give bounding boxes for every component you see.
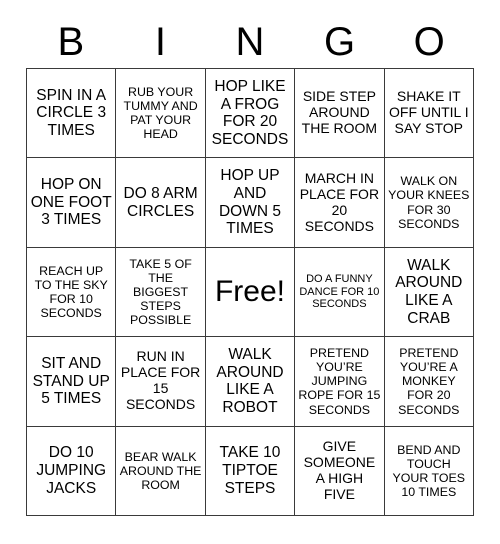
- bingo-cell[interactable]: TAKE 10 TIPTOE STEPS: [205, 426, 296, 516]
- bingo-cell[interactable]: WALK ON YOUR KNEES FOR 30 SECONDS: [384, 158, 474, 248]
- bingo-cell[interactable]: WALK AROUND LIKE A ROBOT: [205, 337, 296, 427]
- bingo-cell-label: DO A FUNNY DANCE FOR 10 SECONDS: [299, 273, 380, 311]
- bingo-cell[interactable]: SIDE STEP AROUND THE ROOM: [295, 69, 385, 159]
- bingo-cell[interactable]: SIT AND STAND UP 5 TIMES: [27, 337, 117, 427]
- bingo-cell[interactable]: SHAKE IT OFF UNTIL I SAY STOP: [384, 69, 474, 159]
- bingo-cell-label: PRETEND YOU’RE A MONKEY FOR 20 SECONDS: [398, 346, 460, 417]
- bingo-cell-label: SPIN IN A CIRCLE 3 TIMES: [36, 86, 107, 140]
- bingo-cell[interactable]: HOP LIKE A FROG FOR 20 SECONDS: [205, 69, 296, 159]
- bingo-cell-label: WALK AROUND LIKE A CRAB: [395, 256, 463, 327]
- bingo-header-letter-g: G: [324, 20, 356, 64]
- bingo-cell-label: HOP LIKE A FROG FOR 20 SECONDS: [211, 77, 289, 148]
- bingo-cell[interactable]: TAKE 5 OF THE BIGGEST STEPS POSSIBLE: [116, 247, 206, 338]
- bingo-cell[interactable]: HOP UP AND DOWN 5 TIMES: [205, 158, 296, 248]
- bingo-cell-label: HOP UP AND DOWN 5 TIMES: [218, 167, 281, 238]
- bingo-cell-label: GIVE SOMEONE A HIGH FIVE: [303, 437, 376, 502]
- bingo-header-letter-b: B: [57, 20, 85, 64]
- bingo-cell-label: RUN IN PLACE FOR 15 SECONDS: [120, 348, 201, 413]
- bingo-cell[interactable]: PRETEND YOU’RE JUMPING ROPE FOR 15 SECON…: [295, 337, 385, 427]
- bingo-cell-label: WALK ON YOUR KNEES FOR 30 SECONDS: [388, 174, 470, 231]
- bingo-cell-label: SIDE STEP AROUND THE ROOM: [301, 88, 378, 137]
- bingo-header-letter-i: I: [154, 20, 166, 64]
- bingo-cell[interactable]: GIVE SOMEONE A HIGH FIVE: [295, 426, 385, 516]
- bingo-cell-label: TAKE 10 TIPTOE STEPS: [219, 444, 281, 497]
- bingo-cell[interactable]: WALK AROUND LIKE A CRAB: [384, 247, 474, 338]
- bingo-cell-label: REACH UP TO THE SKY FOR 10 SECONDS: [34, 263, 108, 321]
- bingo-cell-label: HOP ON ONE FOOT 3 TIMES: [30, 176, 112, 229]
- bingo-cell[interactable]: SPIN IN A CIRCLE 3 TIMES: [27, 69, 117, 159]
- bingo-cell-label: BEAR WALK AROUND THE ROOM: [119, 449, 202, 492]
- bingo-cell-label: BEND AND TOUCH YOUR TOES 10 TIMES: [392, 442, 466, 499]
- bingo-cell[interactable]: MARCH IN PLACE FOR 20 SECONDS: [295, 158, 385, 248]
- bingo-header: BINGO: [26, 18, 474, 66]
- bingo-cell[interactable]: DO A FUNNY DANCE FOR 10 SECONDS: [295, 247, 385, 338]
- bingo-cell-label: MARCH IN PLACE FOR 20 SECONDS: [299, 169, 380, 234]
- bingo-cell[interactable]: DO 8 ARM CIRCLES: [116, 158, 206, 248]
- bingo-cell[interactable]: RUB YOUR TUMMY AND PAT YOUR HEAD: [116, 69, 206, 159]
- bingo-cell-label: RUB YOUR TUMMY AND PAT YOUR HEAD: [123, 84, 198, 142]
- bingo-cell-label: DO 10 JUMPING JACKS: [36, 444, 107, 497]
- bingo-free-space-label: Free!: [214, 275, 285, 309]
- bingo-cell-label: DO 8 ARM CIRCLES: [123, 184, 198, 220]
- bingo-cell[interactable]: BEND AND TOUCH YOUR TOES 10 TIMES: [384, 426, 474, 516]
- bingo-cell[interactable]: BEAR WALK AROUND THE ROOM: [116, 426, 206, 516]
- bingo-header-letter-o: O: [413, 20, 445, 64]
- bingo-free-space[interactable]: Free!: [205, 247, 296, 338]
- bingo-cell-label: PRETEND YOU’RE JUMPING ROPE FOR 15 SECON…: [298, 346, 381, 417]
- bingo-cell-label: SIT AND STAND UP 5 TIMES: [32, 354, 110, 408]
- bingo-cell[interactable]: RUN IN PLACE FOR 15 SECONDS: [116, 337, 206, 427]
- bingo-cell-label: TAKE 5 OF THE BIGGEST STEPS POSSIBLE: [129, 256, 192, 328]
- bingo-cell[interactable]: PRETEND YOU’RE A MONKEY FOR 20 SECONDS: [384, 337, 474, 427]
- bingo-grid: SPIN IN A CIRCLE 3 TIMES RUB YOUR TUMMY A…: [26, 68, 474, 516]
- bingo-cell-label: SHAKE IT OFF UNTIL I SAY STOP: [389, 88, 469, 137]
- bingo-header-letter-n: N: [235, 20, 265, 64]
- bingo-cell[interactable]: DO 10 JUMPING JACKS: [27, 426, 117, 516]
- bingo-card: B I N G O SPIN IN A CIRCLE 3 TIMES RUB YOUR T…: [0, 0, 500, 544]
- bingo-cell-label: WALK AROUND LIKE A ROBOT: [216, 346, 284, 417]
- bingo-cell[interactable]: HOP ON ONE FOOT 3 TIMES: [27, 158, 117, 248]
- bingo-cell[interactable]: REACH UP TO THE SKY FOR 10 SECONDS: [27, 247, 117, 338]
